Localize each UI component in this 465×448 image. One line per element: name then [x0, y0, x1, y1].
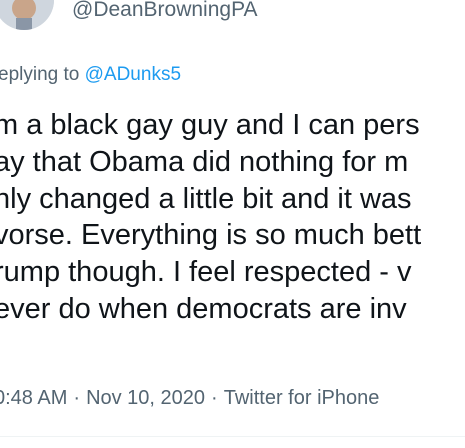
- divider: [0, 436, 465, 437]
- meta-separator: ·: [73, 387, 81, 409]
- replying-to-label: eplying to: [0, 64, 80, 85]
- reply-mention-link[interactable]: @ADunks5: [85, 64, 181, 85]
- meta-separator: ·: [211, 387, 218, 409]
- tweet-source[interactable]: Twitter for iPhone: [224, 387, 380, 409]
- profile-photo: [0, 0, 54, 30]
- tweet-text: m a black gay guy and I can pers ay that…: [0, 107, 465, 328]
- tweet-text-line: ever do when democrats are inv: [0, 292, 407, 325]
- tweet-text-line: rump though. I feel respected - v: [0, 256, 412, 289]
- tweet-time[interactable]: 0:48 AM: [0, 387, 67, 409]
- author-handle[interactable]: @DeanBrowningPA: [72, 0, 258, 22]
- tweet-text-line: m a black gay guy and I can pers: [0, 109, 420, 141]
- tweet-text-line: nly changed a little bit and it was: [0, 182, 412, 215]
- avatar[interactable]: [0, 0, 54, 30]
- tweet-text-line: vorse. Everything is so much bett: [0, 219, 422, 252]
- replying-to: eplying to @ADunks5: [0, 64, 181, 86]
- tweet-meta: 0:48 AM · Nov 10, 2020 · Twitter for iPhone: [0, 387, 379, 410]
- tweet-text-line: ay that Obama did nothing for m: [0, 145, 409, 178]
- tweet-date[interactable]: Nov 10, 2020: [86, 387, 205, 409]
